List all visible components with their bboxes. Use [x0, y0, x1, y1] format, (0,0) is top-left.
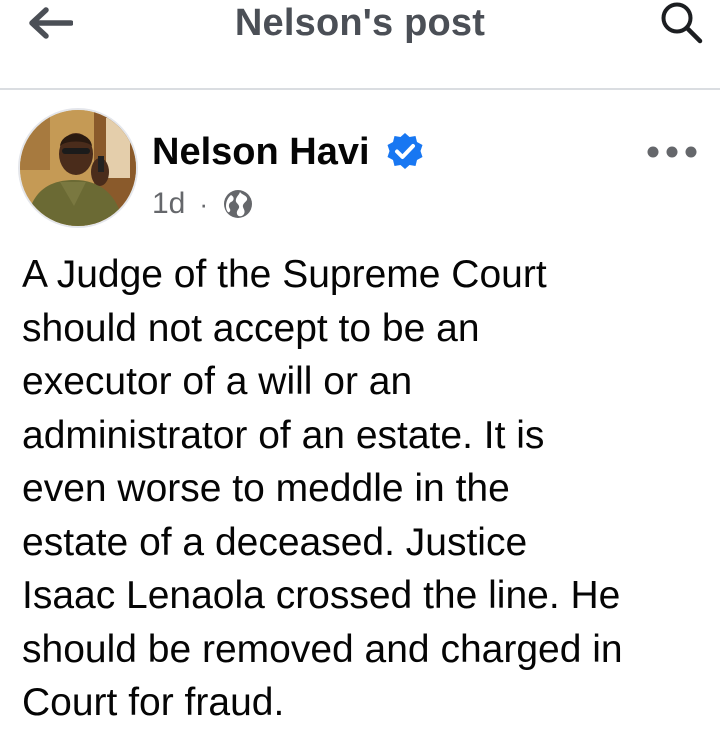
more-dots-icon	[647, 146, 697, 158]
search-icon	[661, 2, 703, 44]
header-divider	[0, 88, 720, 90]
more-options-button[interactable]	[644, 138, 700, 166]
profile-photo	[20, 110, 136, 226]
author-name[interactable]: Nelson Havi	[152, 129, 370, 175]
post-meta: 1d ·	[152, 184, 254, 224]
post-text: A Judge of the Supreme Court should not …	[22, 253, 623, 724]
page-title: Nelson's post	[234, 2, 486, 44]
top-bar: Nelson's post	[0, 0, 720, 58]
meta-separator: ·	[199, 188, 209, 219]
author-row: Nelson Havi	[152, 128, 426, 176]
globe-icon	[222, 188, 254, 220]
search-button[interactable]	[656, 0, 706, 46]
verified-badge-icon	[384, 131, 426, 173]
avatar[interactable]	[20, 110, 136, 226]
post-timestamp[interactable]: 1d	[152, 187, 185, 221]
